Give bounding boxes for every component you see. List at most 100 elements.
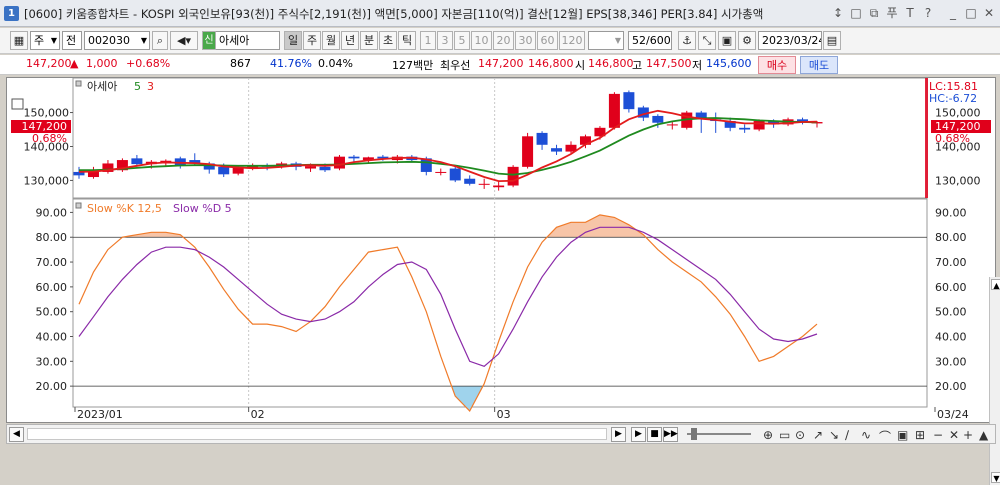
scroll-left-icon[interactable]: ◀ [9,427,24,442]
count-max: /600 [646,34,671,47]
chart-area[interactable]: 150,000 150,000 140,000 140,000 130,000 130,0… [6,77,1000,485]
screen-icon[interactable]: ⊞ [915,428,925,442]
interval-btn-30[interactable]: 30 [515,31,536,50]
interval-btn-20[interactable]: 20 [493,31,514,50]
count-input[interactable]: 52/600 [628,31,672,50]
stoch-tick-right: 30.00 [935,355,967,368]
period-btn-year[interactable]: 년 [341,31,359,50]
chart-window-icon[interactable]: ▭ [779,428,790,442]
stock-name-field: 아세아 [216,31,280,50]
plus-icon[interactable]: + [963,428,973,442]
link-icon[interactable]: ↕ [830,5,846,21]
zoom-in-icon[interactable]: ⊕ [763,428,773,442]
trend-up-icon[interactable]: ↗ [813,428,823,442]
scroll-right-icon[interactable]: ▶ [611,427,626,442]
minimize-button[interactable]: _ [945,5,961,21]
interval-btn-120[interactable]: 120 [559,31,585,50]
candle-body [608,93,620,128]
up-arrow-icon: ▲ [70,57,79,70]
price-panel[interactable] [72,78,928,199]
interval-btn-3[interactable]: 3 [437,31,453,50]
buy-button[interactable]: 매수 [758,56,796,74]
scroll-end-icon[interactable]: ▲ [979,428,988,442]
grid-icon[interactable]: ▦ [10,31,28,50]
draw-tool-icon[interactable]: ⤡ [698,31,716,50]
credit-badge: 신 [202,31,216,50]
fast-forward-icon[interactable]: ▶▶ [663,427,678,442]
sell-button[interactable]: 매도 [800,56,838,74]
stock-code-input[interactable]: 002030 ▼ [84,31,150,50]
trade-amount: 127백만 [392,59,434,72]
period-btn-tick[interactable]: 틱 [398,31,416,50]
period-btn-second[interactable]: 초 [379,31,397,50]
slow-k-label: Slow %K 12,5 [87,202,162,215]
interval-btn-10[interactable]: 10 [471,31,492,50]
period-btn-minute[interactable]: 분 [360,31,378,50]
candle-body [507,166,519,186]
reset-zoom-icon[interactable]: ✕ [949,428,959,442]
trend-down-icon[interactable]: ↘ [829,428,839,442]
help-icon[interactable]: ? [920,5,936,21]
close-button[interactable]: ✕ [981,5,997,21]
market-select[interactable]: 전 [62,31,82,50]
chart-svg[interactable]: 150,000 150,000140,000 140,000130,000 130,0… [7,78,995,422]
restore-panel-icon[interactable]: □ [848,5,864,21]
period-select[interactable]: 주 ▼ [30,31,60,50]
interval-btn-5[interactable]: 5 [454,31,470,50]
zoom-slider-handle[interactable] [691,428,697,440]
candle-body [174,158,186,166]
speaker-icon[interactable]: ◀▾ [170,31,198,50]
vertical-scrollbar[interactable]: ▲ ▼ [989,277,1000,485]
candle-body [623,92,635,110]
horizontal-scrollbar[interactable]: ◀ ▶ ▶ ■ ▶▶ ⊕ ▭ ⊙ ↗ ↘ ∕ ∿ ⌒ ▣ ⊞ − ✕ + ▲ [6,424,996,444]
stoch-tick-right: 50.00 [935,306,967,319]
play-icon[interactable]: ▶ [631,427,646,442]
open-label: 시 [575,59,586,72]
x-tick-label: 02 [251,408,265,421]
period-btn-week[interactable]: 주 [303,31,321,50]
interval-btn-1[interactable]: 1 [420,31,436,50]
candle-body [449,168,461,181]
text-icon[interactable]: T [902,5,918,21]
slow-d-label: Slow %D 5 [173,202,232,215]
open-price: 146,800 [588,57,634,70]
search-icon[interactable]: ⌕ [152,31,168,50]
gear-icon[interactable]: ⚙ [738,31,756,50]
maximize-button[interactable]: □ [963,5,979,21]
pin-icon[interactable]: 푸 [884,5,900,21]
magnet-icon[interactable]: ⌒ [879,428,891,445]
save-icon[interactable]: ▣ [718,31,736,50]
camera-icon[interactable]: ▣ [897,428,908,442]
legend-marker [75,80,82,87]
price-tick-left: 130,000 [24,174,70,187]
candle-body [218,166,230,175]
candle-body [464,178,476,184]
indicator-icon[interactable]: ⚓ [678,31,696,50]
best-ask: 147,200 [478,57,524,70]
candle-body [131,158,143,165]
scroll-up-icon[interactable]: ▲ [991,279,1000,290]
x-axis: 2023/01 02 03 03/24 [74,407,969,421]
scroll-track[interactable] [27,428,607,440]
date-input[interactable]: 2023/03/24 [758,31,822,50]
low-label: 저 [692,59,703,72]
calendar-icon[interactable]: ▤ [823,31,841,50]
x-tick-label: 03 [497,408,511,421]
stoch-panel[interactable] [72,198,928,408]
period-btn-month[interactable]: 월 [322,31,340,50]
custom-interval-select[interactable]: ▼ [588,31,624,50]
history-icon[interactable]: ⊙ [795,428,805,442]
minus-icon[interactable]: − [933,428,943,442]
stop-icon[interactable]: ■ [647,427,662,442]
curve-tool-icon[interactable]: ∿ [861,428,871,442]
x-tick-label: 2023/01 [77,408,123,421]
interval-btn-60[interactable]: 60 [537,31,558,50]
line-tool-icon[interactable]: ∕ [845,428,849,442]
cascade-icon[interactable]: ⧉ [866,5,882,21]
x-tick-label: 03/24 [937,408,969,421]
period-btn-day[interactable]: 일 [284,31,302,50]
count-value: 52 [632,34,646,47]
grid-toggle-icon[interactable] [11,98,24,110]
stoch-tick-left: 70.00 [36,256,68,269]
scroll-down-icon[interactable]: ▼ [991,472,1000,483]
